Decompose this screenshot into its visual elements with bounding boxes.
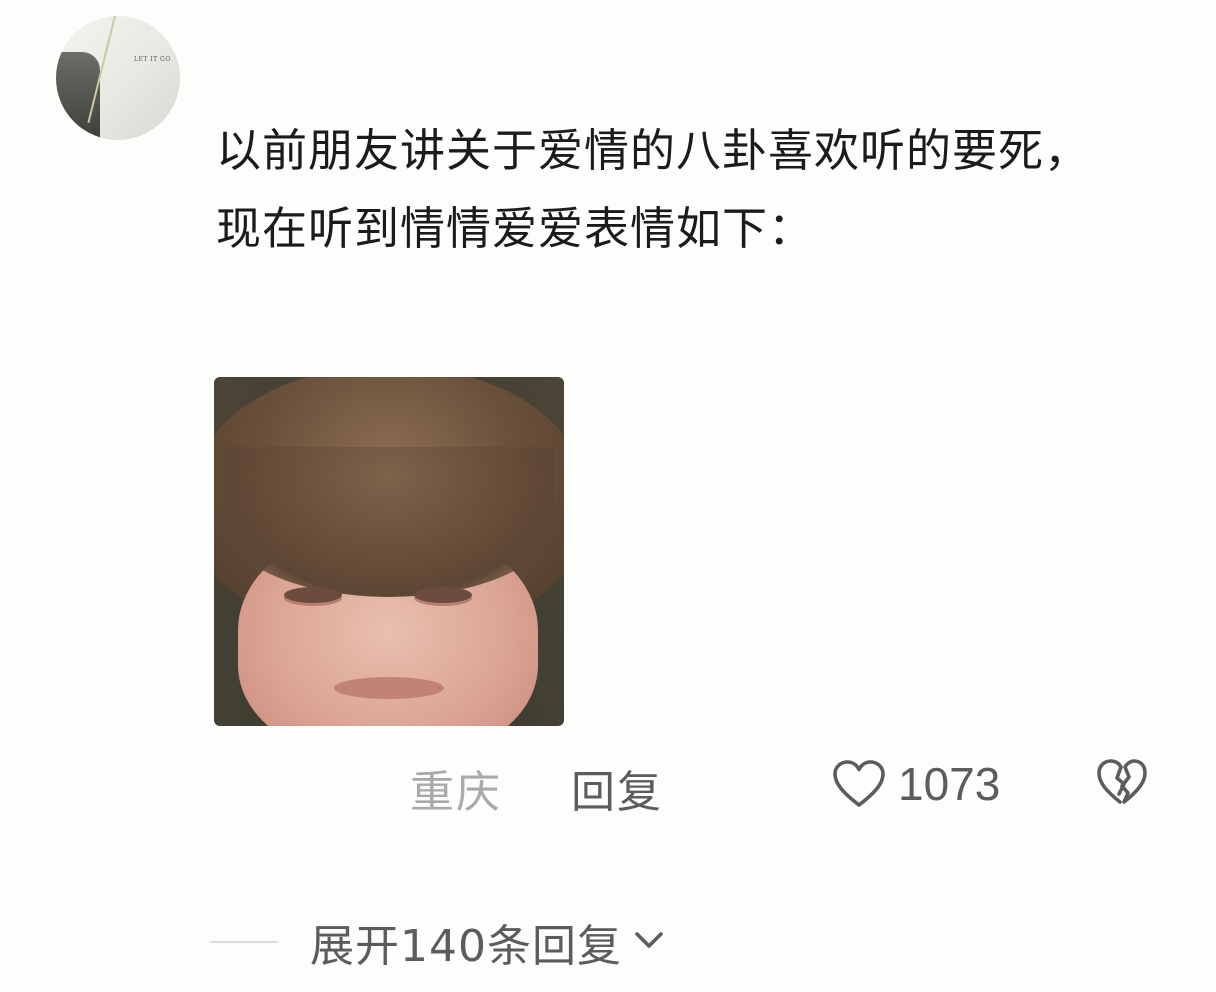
like-button[interactable]: 1073 [832, 756, 1000, 812]
like-count: 1073 [898, 758, 1001, 810]
image-fringe [224, 447, 554, 597]
broken-heart-icon[interactable] [1096, 758, 1148, 808]
avatar[interactable]: LET IT GO [56, 16, 180, 140]
comment-image[interactable] [214, 377, 564, 726]
avatar-badge-text: LET IT GO [134, 56, 171, 63]
expand-divider [210, 941, 278, 943]
heart-outline-icon [832, 759, 886, 809]
expand-replies-label: 展开140条回复 [310, 921, 622, 972]
comment-text: 以前朋友讲关于爱情的八卦喜欢听的要死，现在听到情情爱爱表情如下： [216, 124, 1091, 255]
comment-actions: 重庆 回复 1073 [0, 750, 1216, 820]
location-label: 重庆 [410, 767, 502, 818]
reply-button[interactable]: 回复 [571, 756, 663, 820]
image-eye-right [414, 587, 472, 603]
chevron-down-icon [632, 928, 666, 956]
image-mouth [334, 677, 444, 699]
image-eye-left [284, 587, 342, 603]
expand-replies-button[interactable]: 展开140条回复 [210, 912, 666, 972]
comment-item: LET IT GO 以前朋友讲关于爱情的八卦喜欢听的要死，现在听到情情爱爱表情如… [0, 0, 1216, 992]
